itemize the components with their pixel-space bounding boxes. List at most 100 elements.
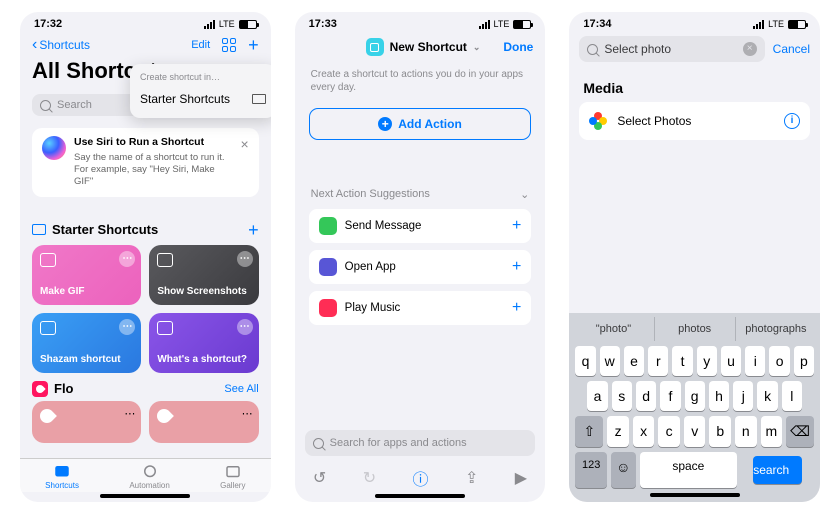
key[interactable]: q — [575, 346, 595, 376]
home-indicator — [375, 494, 465, 498]
close-icon[interactable]: × — [240, 136, 248, 152]
key[interactable]: m — [761, 416, 783, 447]
key[interactable]: w — [600, 346, 620, 376]
back-button[interactable]: ‹Shortcuts — [32, 37, 90, 53]
scan-icon — [157, 253, 173, 267]
add-action-button[interactable]: +Add Action — [309, 108, 532, 140]
info-icon[interactable]: ⓘ — [413, 466, 429, 490]
more-icon[interactable]: ⋯ — [119, 251, 135, 267]
prediction[interactable]: "photo" — [573, 317, 653, 341]
action-search-field[interactable]: Search for apps and actions — [305, 430, 536, 456]
info-icon[interactable]: i — [784, 113, 800, 129]
see-all-link[interactable]: See All — [224, 383, 258, 395]
key[interactable]: o — [769, 346, 789, 376]
key[interactable]: d — [636, 381, 656, 411]
add-icon[interactable]: + — [512, 299, 521, 317]
subtitle-text: Create a shortcut to actions you do in y… — [295, 62, 546, 104]
key[interactable]: c — [658, 416, 680, 447]
chevron-down-icon[interactable]: ⌄ — [520, 188, 529, 201]
edit-button[interactable]: Edit — [191, 39, 210, 51]
shortcut-card-make-gif[interactable]: ⋯Make GIF — [32, 245, 141, 305]
key[interactable]: v — [684, 416, 706, 447]
add-to-folder-button[interactable]: + — [248, 221, 259, 239]
popover-header: Create shortcut in… — [130, 70, 271, 86]
prediction[interactable]: photos — [654, 317, 735, 341]
key[interactable]: a — [587, 381, 607, 411]
more-icon[interactable]: ⋯ — [237, 251, 253, 267]
key[interactable]: k — [757, 381, 777, 411]
key[interactable]: x — [633, 416, 655, 447]
flo-app-icon — [32, 381, 48, 397]
key[interactable]: u — [721, 346, 741, 376]
share-icon[interactable]: ⇪ — [465, 468, 478, 488]
status-network: LTE — [219, 19, 235, 29]
screen-all-shortcuts: 17:32 LTE ‹Shortcuts Edit + All Shortcut… — [20, 12, 271, 502]
play-icon[interactable]: ▶ — [515, 468, 527, 488]
shortcut-card-screenshots[interactable]: ⋯Show Screenshots — [149, 245, 258, 305]
search-key[interactable]: search — [753, 456, 802, 484]
key[interactable]: l — [782, 381, 802, 411]
add-icon[interactable]: + — [512, 258, 521, 276]
key[interactable]: e — [624, 346, 644, 376]
flo-card[interactable]: ⋯ — [32, 401, 141, 443]
more-icon[interactable]: ⋯ — [119, 319, 135, 335]
backspace-key[interactable]: ⌫ — [786, 416, 814, 447]
redo-icon[interactable]: ↻ — [363, 468, 376, 488]
more-icon[interactable]: ⋯ — [124, 407, 135, 420]
messages-icon — [319, 217, 337, 235]
shortcut-card-shazam[interactable]: ⋯Shazam shortcut — [32, 313, 141, 373]
add-icon[interactable]: + — [512, 217, 521, 235]
action-select-photos[interactable]: Select Photos i — [579, 102, 810, 140]
key[interactable]: s — [612, 381, 632, 411]
tab-gallery[interactable]: Gallery — [220, 463, 245, 490]
key[interactable]: n — [735, 416, 757, 447]
suggestion-play-music[interactable]: Play Music+ — [309, 291, 532, 325]
photos-icon — [589, 112, 607, 130]
clear-icon[interactable]: × — [743, 42, 757, 56]
undo-icon[interactable]: ↺ — [313, 468, 326, 488]
leaf-icon — [37, 406, 57, 426]
search-input[interactable]: Select photo× — [579, 36, 764, 62]
suggestion-send-message[interactable]: Send Message+ — [309, 209, 532, 243]
numbers-key[interactable]: 123 — [575, 452, 607, 488]
key[interactable]: p — [794, 346, 814, 376]
status-bar: 17:33 LTE — [295, 12, 546, 32]
home-indicator — [650, 493, 740, 497]
view-grid-icon[interactable] — [222, 38, 236, 52]
screen-select-photo: 17:34 LTE Select photo× Cancel Media Sel… — [569, 12, 820, 502]
key[interactable]: j — [733, 381, 753, 411]
status-bar: 17:34 LTE — [569, 12, 820, 32]
shortcut-icon — [366, 38, 384, 56]
add-shortcut-button[interactable]: + — [248, 36, 259, 54]
shortcut-card-whats[interactable]: ⋯What's a shortcut? — [149, 313, 258, 373]
shortcut-title[interactable]: New Shortcut⌄ — [366, 38, 481, 56]
folder-icon — [252, 94, 266, 104]
status-time: 17:34 — [583, 18, 611, 30]
tab-shortcuts[interactable]: Shortcuts — [45, 463, 79, 490]
siri-tip-card: Use Siri to Run a ShortcutSay the name o… — [32, 128, 259, 197]
key[interactable]: b — [709, 416, 731, 447]
popover-item-starter[interactable]: Starter Shortcuts — [130, 86, 271, 112]
key[interactable]: z — [607, 416, 629, 447]
cancel-button[interactable]: Cancel — [773, 42, 810, 56]
space-key[interactable]: space — [640, 452, 738, 488]
key[interactable]: i — [745, 346, 765, 376]
suggestion-open-app[interactable]: Open App+ — [309, 250, 532, 284]
tab-automation[interactable]: Automation — [129, 463, 169, 490]
done-button[interactable]: Done — [503, 40, 533, 54]
status-time: 17:33 — [309, 18, 337, 30]
more-icon[interactable]: ⋯ — [237, 319, 253, 335]
flo-card[interactable]: ⋯ — [149, 401, 258, 443]
screen-new-shortcut: 17:33 LTE New Shortcut⌄ Done Create a sh… — [295, 12, 546, 502]
emoji-key[interactable]: ☺ — [611, 452, 635, 488]
key[interactable]: g — [685, 381, 705, 411]
shift-key[interactable]: ⇧ — [575, 416, 603, 447]
key[interactable]: r — [648, 346, 668, 376]
editor-toolbar: ↺ ↻ ⓘ ⇪ ▶ — [295, 460, 546, 492]
key[interactable]: f — [660, 381, 680, 411]
key[interactable]: h — [709, 381, 729, 411]
key[interactable]: t — [672, 346, 692, 376]
more-icon[interactable]: ⋯ — [242, 407, 253, 420]
key[interactable]: y — [697, 346, 717, 376]
prediction[interactable]: photographs — [735, 317, 816, 341]
